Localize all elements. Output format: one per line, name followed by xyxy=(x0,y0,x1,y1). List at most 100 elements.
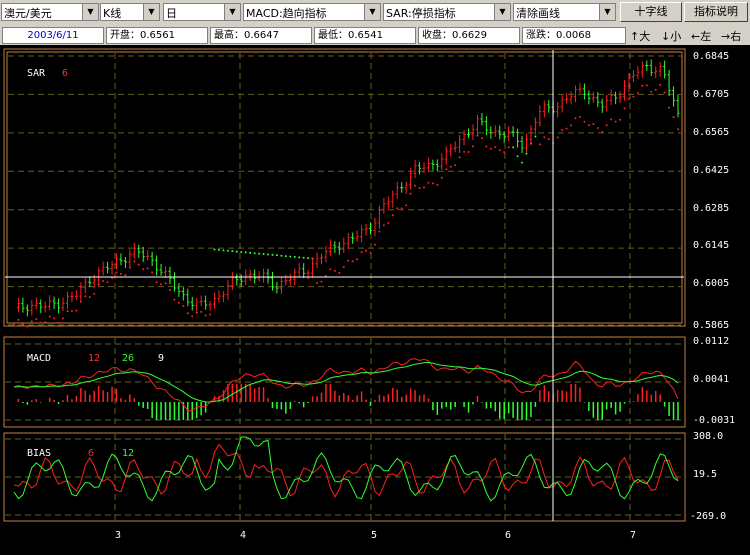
sar-dot xyxy=(534,135,537,138)
sar-dot xyxy=(155,280,158,283)
chevron-down-icon[interactable]: ▼ xyxy=(364,4,380,20)
draw-tool-select[interactable]: 清除画线 ▼ xyxy=(513,3,616,21)
sar-dot xyxy=(480,137,483,140)
bias-plot xyxy=(13,436,679,502)
price-tick: 0.6145 xyxy=(693,240,729,251)
sar-dot xyxy=(445,168,448,171)
sar-dot xyxy=(44,321,47,324)
indicator1-select[interactable]: MACD:趋向指标 ▼ xyxy=(243,3,381,21)
x-axis-label: 4 xyxy=(240,530,246,541)
sar-dot xyxy=(378,230,381,233)
sar-dot xyxy=(124,274,127,277)
sar-dot xyxy=(382,224,385,227)
period-select[interactable]: 日 ▼ xyxy=(163,3,241,21)
sar-dot xyxy=(632,95,635,98)
sar-dot xyxy=(21,323,24,326)
sar-dot xyxy=(641,84,644,87)
chevron-down-icon[interactable]: ▼ xyxy=(224,4,240,20)
sar-dot xyxy=(115,271,118,274)
sar-dot xyxy=(173,298,176,301)
sar-dot xyxy=(422,186,425,189)
grid xyxy=(5,53,684,520)
sar-dot xyxy=(119,272,122,275)
symbol-select[interactable]: 澳元/美元 ▼ xyxy=(1,3,99,21)
sar-dot xyxy=(258,252,261,255)
chevron-down-icon[interactable]: ▼ xyxy=(143,4,159,20)
chevron-down-icon[interactable]: ▼ xyxy=(494,4,510,20)
zoom-in-button[interactable]: ↑大 xyxy=(630,28,650,44)
x-axis-label: 3 xyxy=(115,530,121,541)
sar-dot xyxy=(668,106,671,109)
macd-diff-line xyxy=(13,358,679,412)
sar-dot xyxy=(204,314,207,317)
scroll-right-button[interactable]: →右 xyxy=(721,28,741,44)
sar-dot xyxy=(494,146,497,149)
chart-type-select[interactable]: K线 ▼ xyxy=(100,3,160,21)
sar-dot xyxy=(302,256,305,259)
macd-tick: 0.0041 xyxy=(693,374,729,385)
sar-dot xyxy=(614,120,617,123)
sar-dot xyxy=(463,150,466,153)
sar-dot xyxy=(137,263,140,266)
bias-line-12 xyxy=(13,436,679,502)
sar-dot xyxy=(431,182,434,185)
x-axis-label: 6 xyxy=(505,530,511,541)
sar-dot xyxy=(485,145,488,148)
sar-dot xyxy=(373,243,376,246)
quote-close: 收盘：0.6629 xyxy=(418,27,520,44)
sar-dot xyxy=(672,116,675,119)
sar-title: SAR xyxy=(27,68,46,79)
sar-dot xyxy=(650,90,653,93)
bias-param-2: 12 xyxy=(122,448,134,459)
chart-area[interactable]: SAR 6 MACD 12 26 9 BIAS 6 12 0.6845 0.67… xyxy=(0,45,750,555)
sar-dot xyxy=(284,255,287,258)
sar-dot xyxy=(226,249,229,252)
chevron-down-icon[interactable]: ▼ xyxy=(82,4,98,20)
sar-dot xyxy=(467,151,470,154)
sar-dot xyxy=(66,310,69,313)
sar-dot xyxy=(168,288,171,291)
sar-dot xyxy=(356,258,359,261)
sar-dots xyxy=(13,83,679,328)
sar-dot xyxy=(164,282,167,285)
chevron-down-icon[interactable]: ▼ xyxy=(599,4,615,20)
sar-dot xyxy=(320,280,323,283)
sar-dot xyxy=(449,165,452,168)
sar-dot xyxy=(436,183,439,186)
sar-dot xyxy=(57,321,60,324)
sar-dot xyxy=(605,124,608,127)
sar-dot xyxy=(26,325,29,328)
quote-low: 最低：0.6541 xyxy=(314,27,416,44)
sar-dot xyxy=(547,138,550,141)
sar-dot xyxy=(333,269,336,272)
sar-dot xyxy=(365,249,368,252)
zoom-out-button[interactable]: ↓小 xyxy=(661,28,681,44)
chart-type-value: K线 xyxy=(103,7,122,20)
sar-dot xyxy=(267,253,270,256)
macd-tick: 0.0112 xyxy=(693,336,729,347)
price-tick: 0.6565 xyxy=(693,127,729,138)
indicator2-select[interactable]: SAR:停损指标 ▼ xyxy=(383,3,511,21)
sar-dot xyxy=(561,129,564,132)
indicator-help-button[interactable]: 指标说明 xyxy=(684,2,748,22)
sar-param: 6 xyxy=(62,68,68,79)
price-tick: 0.6425 xyxy=(693,165,729,176)
sar-dot xyxy=(627,97,630,100)
period-value: 日 xyxy=(166,7,177,20)
price-tick: 0.6705 xyxy=(693,89,729,100)
sar-dot xyxy=(177,301,180,304)
sar-dot xyxy=(663,91,666,94)
sar-dot xyxy=(512,146,515,149)
sar-dot xyxy=(587,124,590,127)
indicator2-value: SAR:停损指标 xyxy=(386,7,456,20)
crosshair-button[interactable]: 十字线 xyxy=(620,2,682,22)
bias-title: BIAS xyxy=(27,448,51,459)
sar-dot xyxy=(217,248,220,251)
price-tick: 0.6285 xyxy=(693,203,729,214)
sar-dot xyxy=(293,255,296,258)
sar-dot xyxy=(316,282,319,285)
sar-dot xyxy=(213,248,216,251)
sar-dot xyxy=(610,118,613,121)
indicator1-value: MACD:趋向指标 xyxy=(246,7,327,20)
scroll-left-button[interactable]: ←左 xyxy=(691,28,711,44)
